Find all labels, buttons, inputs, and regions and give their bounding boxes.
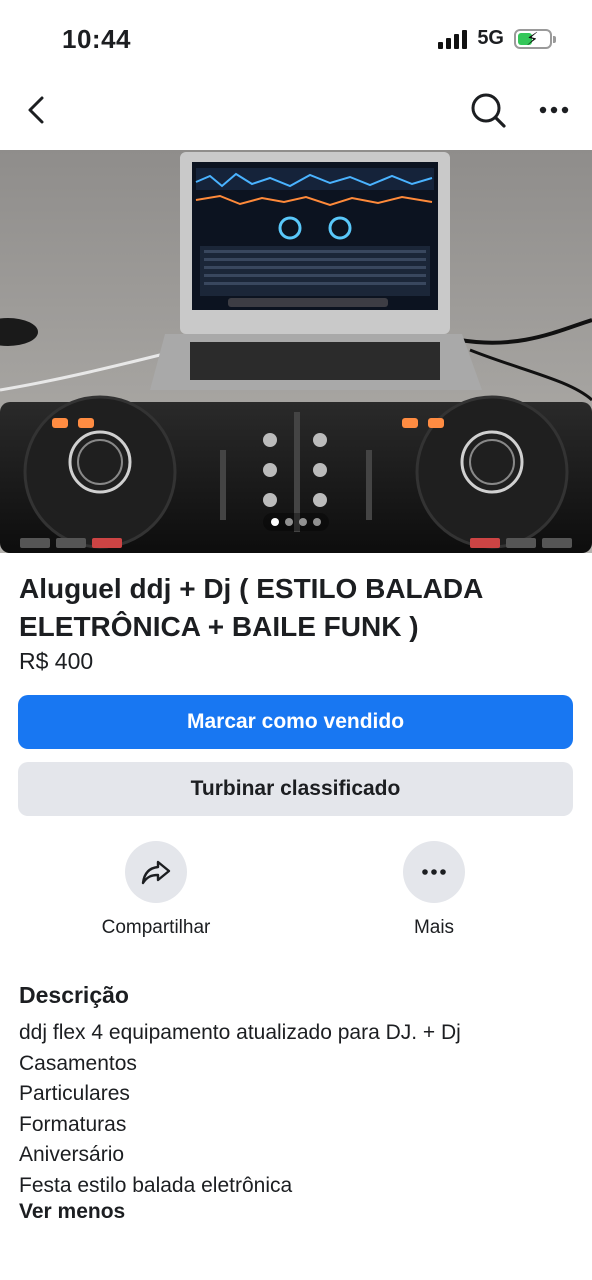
description-line: Aniversário xyxy=(19,1143,125,1166)
boost-listing-button[interactable]: Turbinar classificado xyxy=(18,762,573,816)
description-line: Festa estilo balada eletrônica xyxy=(19,1173,293,1197)
listing-photo-carousel[interactable] xyxy=(0,150,592,553)
description-line: Formaturas xyxy=(19,1112,127,1136)
share-button[interactable] xyxy=(125,841,187,903)
cellular-signal-icon xyxy=(438,29,468,49)
see-less-link[interactable]: Ver menos xyxy=(19,1200,125,1224)
carousel-dot xyxy=(313,518,321,526)
search-icon xyxy=(471,93,506,128)
share-icon xyxy=(141,860,171,885)
battery-icon: ⚡ xyxy=(514,28,556,49)
carousel-page-indicator xyxy=(263,513,329,531)
charging-bolt-icon: ⚡ xyxy=(526,28,539,49)
share-label: Compartilhar xyxy=(101,917,211,938)
description-line: ddj flex 4 equipamento atualizado para D… xyxy=(19,1021,461,1044)
status-time: 10:44 xyxy=(62,24,131,54)
nav-bar xyxy=(0,78,592,150)
listing-title: Aluguel ddj + Dj ( ESTILO BALADA ELETRÔN… xyxy=(19,573,483,642)
search-button[interactable] xyxy=(468,90,508,130)
status-indicators: 5G ⚡ xyxy=(438,27,556,50)
description-text: ddj flex 4 equipamento atualizado para D… xyxy=(19,1018,461,1201)
more-horizontal-icon xyxy=(422,869,446,875)
description-heading: Descrição xyxy=(19,982,129,1008)
carousel-dot xyxy=(285,518,293,526)
listing-photo xyxy=(0,150,592,553)
more-options-button[interactable] xyxy=(534,90,574,130)
more-label: Mais xyxy=(413,917,455,938)
carousel-dot xyxy=(299,518,307,526)
mark-as-sold-button[interactable]: Marcar como vendido xyxy=(18,695,573,749)
more-horizontal-icon xyxy=(539,106,569,114)
description-line: Particulares xyxy=(19,1082,130,1105)
description-line: Casamentos xyxy=(19,1051,137,1075)
listing-price: R$ 400 xyxy=(19,648,94,674)
more-button[interactable] xyxy=(403,841,465,903)
chevron-left-icon xyxy=(28,96,44,124)
share-action[interactable]: Compartilhar xyxy=(76,841,236,939)
carousel-dot xyxy=(271,518,279,526)
more-action[interactable]: Mais xyxy=(354,841,514,939)
back-button[interactable] xyxy=(20,92,56,128)
status-bar: 10:44 5G ⚡ xyxy=(0,0,592,78)
network-type: 5G xyxy=(477,27,504,49)
